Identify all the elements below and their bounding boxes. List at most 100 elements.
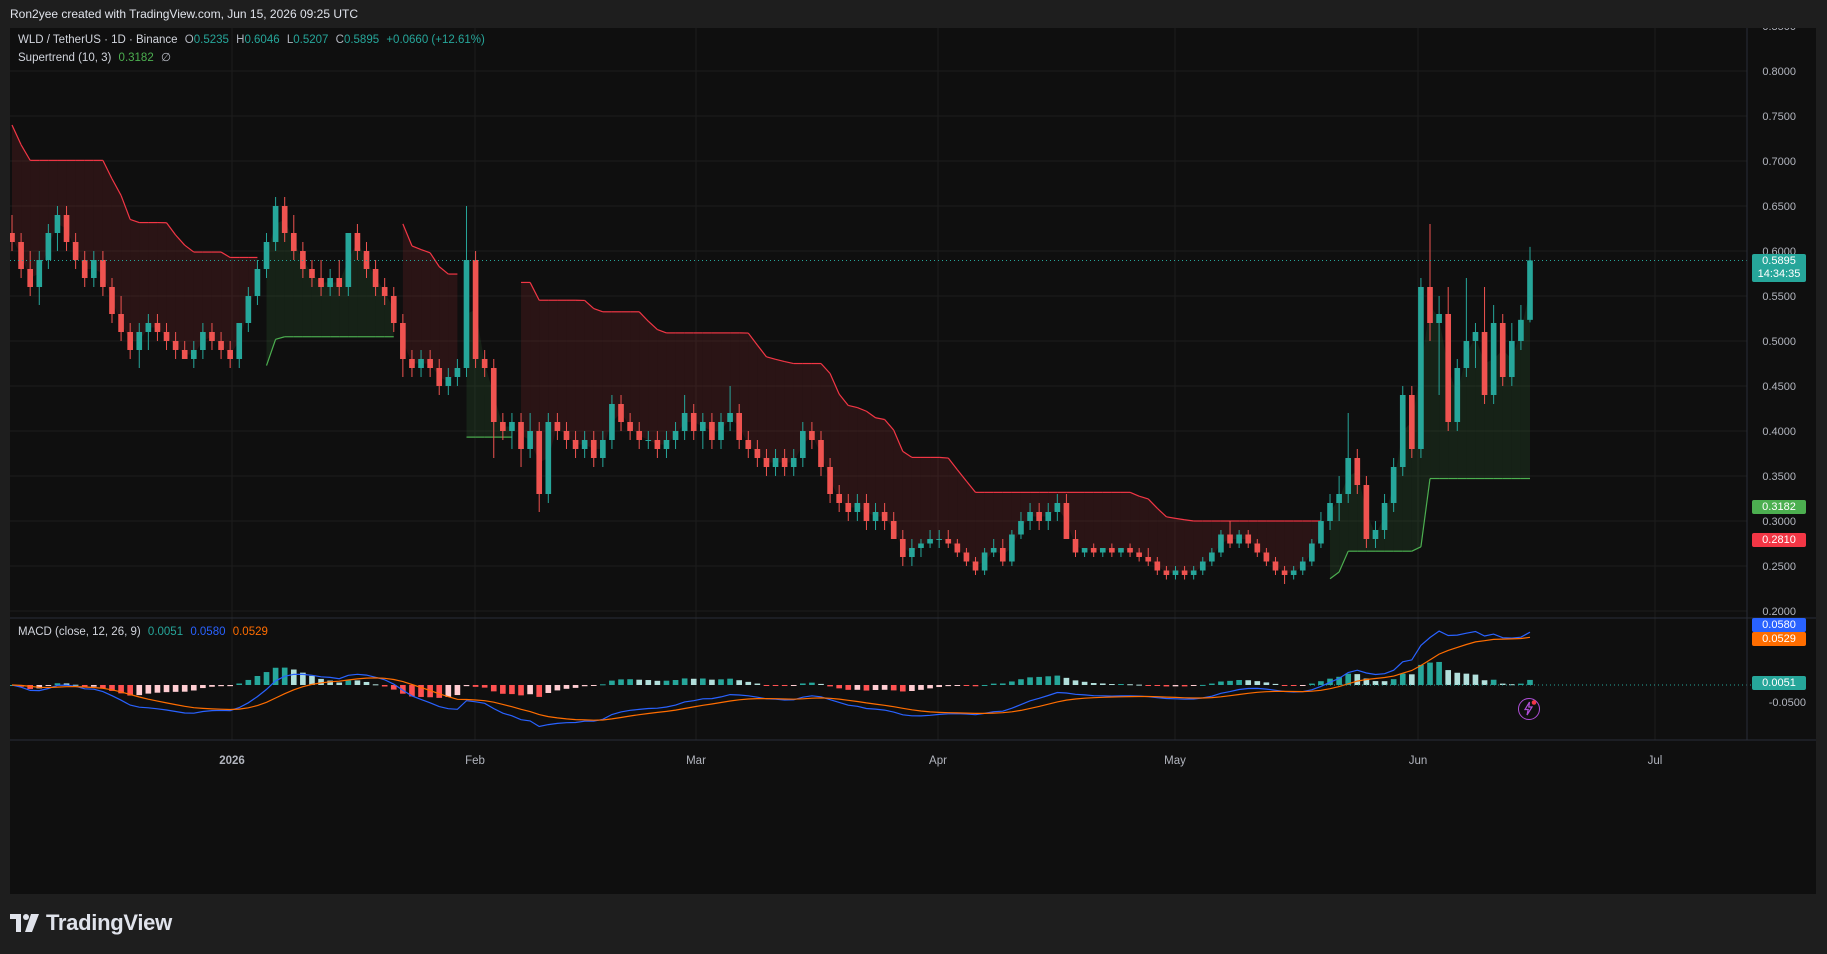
macd-bar — [781, 685, 788, 687]
supertrend-band — [575, 300, 585, 445]
macd-bar — [518, 685, 524, 696]
candle-body — [254, 269, 261, 296]
supertrend-band — [848, 405, 858, 508]
candle-body — [227, 350, 233, 359]
symbol-legend[interactable]: WLD / TetherUS · 1D · Binance O0.5235 H0… — [18, 34, 489, 46]
macd-bar — [563, 685, 570, 689]
candle-body — [781, 458, 788, 467]
candle-body — [200, 332, 206, 350]
supertrend-band — [166, 222, 176, 346]
macd-bar — [372, 684, 379, 686]
macd-bar — [1418, 664, 1424, 685]
macd-legend[interactable]: MACD (close, 12, 26, 9) 0.0051 0.0580 0.… — [18, 626, 272, 638]
chart-area[interactable]: 0.85000.80000.75000.70000.65000.60000.55… — [10, 28, 1816, 894]
supertrend-band — [1148, 498, 1158, 566]
candle-body — [1427, 287, 1433, 323]
candle-body — [827, 467, 833, 494]
supertrend-band — [939, 457, 949, 542]
alert-bolt-button[interactable] — [1518, 698, 1540, 720]
candle-body — [500, 422, 506, 431]
macd-bar — [1181, 685, 1188, 687]
candle-body — [763, 458, 770, 467]
macd-bar — [154, 685, 161, 693]
macd-bar — [1136, 684, 1142, 686]
candle-body — [518, 422, 524, 449]
supertrend-legend[interactable]: Supertrend (10, 3) 0.3182 ∅ — [18, 50, 175, 64]
macd-bar — [1436, 661, 1442, 685]
candle-body — [400, 323, 406, 359]
candle-body — [1263, 552, 1270, 562]
attribution-bar: Ron2yee created with TradingView.com, Ju… — [0, 0, 1827, 28]
candle-body — [290, 233, 297, 251]
candle-body — [1227, 534, 1233, 544]
candle-body — [927, 539, 933, 544]
candle-body — [618, 404, 624, 422]
candle-body — [90, 260, 97, 278]
macd-bar — [172, 685, 179, 692]
macd-bar — [363, 681, 370, 685]
candle-body — [1072, 539, 1079, 553]
candle-body — [563, 431, 570, 440]
candle-body — [845, 503, 852, 512]
macd-bar — [545, 685, 552, 693]
macd-bar — [700, 678, 706, 685]
time-axis[interactable]: 2026 Feb Mar Apr May Jun Jul — [219, 755, 1662, 767]
supertrend-band — [702, 332, 712, 431]
macd-bar — [1081, 681, 1088, 685]
supertrend-band — [448, 274, 458, 382]
supertrend-band — [775, 359, 785, 463]
candle-body — [136, 332, 143, 350]
macd-bar — [745, 681, 752, 685]
candle-body — [945, 539, 952, 544]
candle-body — [209, 332, 215, 341]
supertrend-band — [666, 332, 676, 445]
supertrend-band — [857, 407, 867, 512]
macd-label[interactable]: MACD (close, 12, 26, 9) — [18, 626, 141, 638]
supertrend-band — [521, 282, 531, 440]
macd-bar — [454, 685, 461, 696]
macd-bar — [718, 679, 724, 685]
price-axis[interactable]: 0.85000.80000.75000.70000.65000.60000.55… — [1762, 28, 1796, 618]
macd-bar — [609, 680, 615, 685]
macd-bar — [881, 685, 888, 690]
candle-body — [354, 233, 361, 251]
candle-body — [754, 449, 761, 458]
candle-body — [318, 278, 324, 287]
tradingview-logo[interactable]: TradingView — [10, 910, 172, 936]
price-chart[interactable]: 0.85000.80000.75000.70000.65000.60000.55… — [10, 28, 1816, 894]
candle-body — [1363, 485, 1370, 539]
candle-body — [1181, 570, 1188, 575]
symbol-name[interactable]: WLD / TetherUS · 1D · Binance — [18, 34, 178, 46]
supertrend-label[interactable]: Supertrend (10, 3) — [18, 52, 111, 64]
candle-body — [1290, 570, 1297, 575]
macd-bar — [1109, 684, 1115, 686]
macd-bar — [445, 685, 452, 697]
candle-body — [1099, 548, 1106, 553]
supertrend-band — [175, 235, 185, 355]
candle-body — [899, 539, 906, 557]
supertrend-band — [157, 222, 167, 337]
macd-bar — [827, 685, 833, 687]
macd-bar — [500, 685, 506, 694]
macd-bar — [1090, 683, 1097, 685]
macd-bar — [527, 685, 533, 695]
candle-body — [681, 413, 688, 431]
macd-bar — [1172, 685, 1179, 687]
candle-body — [1036, 512, 1042, 521]
candle-body — [245, 296, 252, 323]
macd-bar — [254, 676, 261, 685]
macd-bar — [1227, 680, 1233, 685]
macd-bar — [1445, 670, 1452, 685]
price-tick: 0.7000 — [1762, 156, 1796, 168]
macd-bar — [1054, 675, 1061, 685]
macd-bar — [236, 683, 243, 685]
countdown-value: 14:34:35 — [1757, 268, 1801, 280]
macd-bar — [681, 678, 688, 685]
macd-bar — [1527, 679, 1533, 685]
macd-bar — [463, 685, 470, 687]
macd-line — [11, 630, 1531, 728]
candle-body — [109, 287, 115, 314]
bolt-icon — [1523, 700, 1537, 716]
candle-body — [999, 548, 1006, 562]
supertrend-band — [430, 252, 440, 377]
